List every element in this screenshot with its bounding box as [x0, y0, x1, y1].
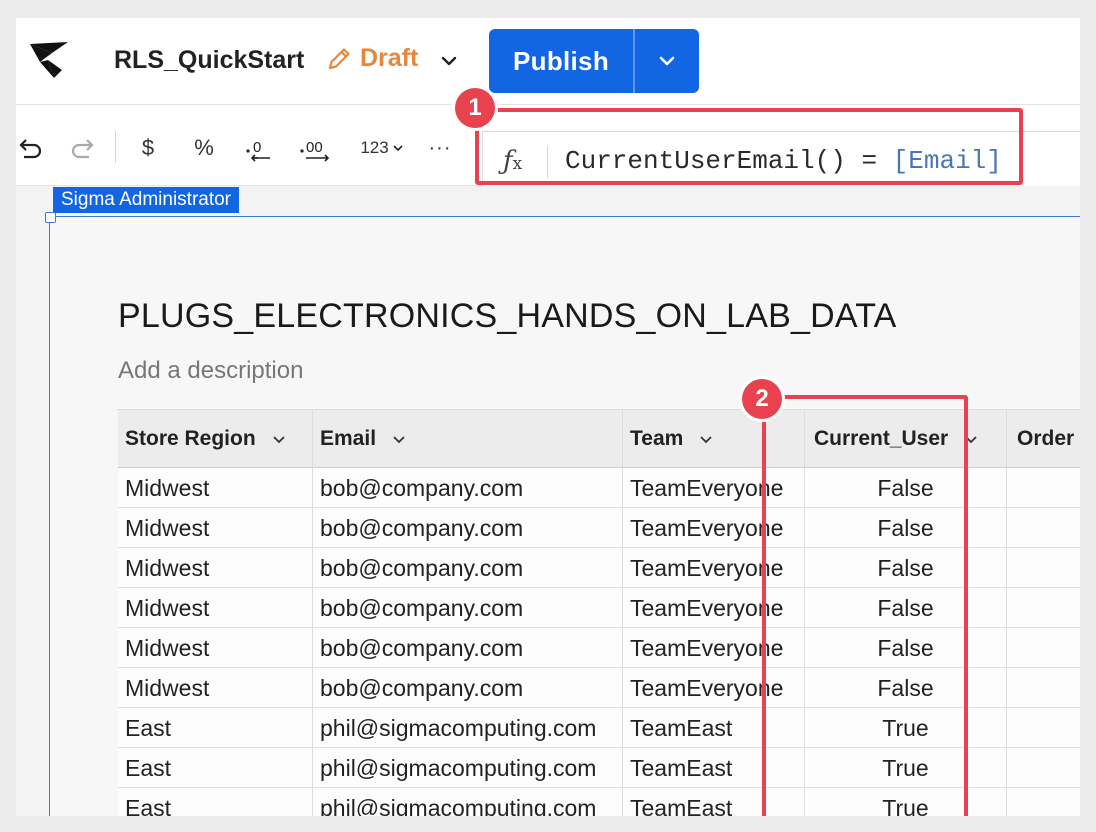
- table-cell[interactable]: East: [118, 788, 313, 816]
- column-header-label: Email: [320, 426, 377, 450]
- table-description[interactable]: Add a description: [118, 357, 303, 385]
- percent-icon: %: [194, 135, 214, 160]
- draft-status[interactable]: Draft: [326, 44, 418, 73]
- publish-options-button[interactable]: [633, 29, 699, 93]
- chevron-down-icon[interactable]: [272, 432, 286, 446]
- currency-format-button[interactable]: $: [136, 133, 160, 163]
- publish-button-group: Publish: [489, 29, 699, 93]
- number-format-dropdown[interactable]: 123: [354, 133, 410, 163]
- workbook-header: RLS_QuickStart Draft Publish: [16, 18, 1080, 105]
- increase-decimals-button[interactable]: 00: [298, 133, 336, 163]
- annotation-box-current-user: [762, 395, 968, 816]
- table-cell[interactable]: [1007, 788, 1080, 816]
- table-cell[interactable]: bob@company.com: [313, 468, 623, 508]
- redo-button[interactable]: [68, 133, 96, 163]
- percent-format-button[interactable]: %: [191, 133, 217, 163]
- pencil-icon: [328, 47, 350, 69]
- redo-icon: [71, 139, 94, 159]
- toolbar-divider: [115, 131, 116, 163]
- increase-decimals-icon: 00: [300, 139, 330, 162]
- chevron-down-icon: [659, 56, 675, 66]
- table-cell[interactable]: East: [118, 708, 313, 748]
- table-cell[interactable]: Midwest: [118, 548, 313, 588]
- table-cell[interactable]: Midwest: [118, 468, 313, 508]
- table-cell[interactable]: Midwest: [118, 668, 313, 708]
- draft-menu-chevron-down-icon[interactable]: [440, 52, 458, 70]
- publish-button[interactable]: Publish: [489, 29, 633, 93]
- resize-handle[interactable]: [45, 212, 56, 223]
- table-cell[interactable]: Midwest: [118, 588, 313, 628]
- table-cell[interactable]: phil@sigmacomputing.com: [313, 748, 623, 788]
- undo-icon: [19, 139, 42, 159]
- table-cell[interactable]: [1007, 508, 1080, 548]
- number-format-label: 123: [360, 138, 389, 157]
- annotation-box-formula: [475, 108, 1023, 185]
- column-header-label: Team: [630, 426, 684, 450]
- decrease-decimals-button[interactable]: 0: [244, 133, 276, 163]
- table-cell[interactable]: East: [118, 748, 313, 788]
- table-cell[interactable]: [1007, 748, 1080, 788]
- table-cell[interactable]: [1007, 588, 1080, 628]
- table-cell[interactable]: bob@company.com: [313, 588, 623, 628]
- column-header-email[interactable]: Email: [313, 410, 623, 468]
- table-cell[interactable]: phil@sigmacomputing.com: [313, 708, 623, 748]
- table-title[interactable]: PLUGS_ELECTRONICS_HANDS_ON_LAB_DATA: [118, 297, 897, 336]
- chevron-down-icon[interactable]: [699, 432, 713, 446]
- table-cell[interactable]: bob@company.com: [313, 628, 623, 668]
- column-header-store-region[interactable]: Store Region: [118, 410, 313, 468]
- chevron-down-icon[interactable]: [392, 432, 406, 446]
- annotation-badge-1: 1: [455, 88, 495, 128]
- svg-text:00: 00: [306, 139, 323, 156]
- more-icon: ···: [428, 136, 452, 159]
- table-cell[interactable]: [1007, 708, 1080, 748]
- table-cell[interactable]: [1007, 668, 1080, 708]
- more-options-button[interactable]: ···: [422, 133, 458, 163]
- table-cell[interactable]: Midwest: [118, 628, 313, 668]
- table-cell[interactable]: [1007, 548, 1080, 588]
- table-cell[interactable]: bob@company.com: [313, 668, 623, 708]
- svg-text:0: 0: [253, 139, 261, 156]
- workbook-title[interactable]: RLS_QuickStart: [114, 46, 304, 75]
- app-frame: RLS_QuickStart Draft Publish $ % 0 00 12…: [16, 18, 1080, 816]
- sigma-logo-icon[interactable]: [28, 40, 72, 80]
- decrease-decimals-icon: 0: [246, 139, 270, 162]
- table-cell[interactable]: phil@sigmacomputing.com: [313, 788, 623, 816]
- column-header-label: Order Nur: [1017, 426, 1080, 450]
- annotation-badge-2: 2: [742, 379, 782, 419]
- currency-icon: $: [141, 135, 155, 160]
- selection-label: Sigma Administrator: [53, 187, 240, 213]
- workbook-canvas: PLUGS_ELECTRONICS_HANDS_ON_LAB_DATA Add …: [16, 186, 1080, 816]
- column-header-label: Store Region: [125, 426, 256, 450]
- draft-label: Draft: [360, 44, 419, 72]
- column-header-order-number[interactable]: Order Nur: [1007, 410, 1080, 468]
- undo-button[interactable]: [18, 133, 44, 163]
- table-cell[interactable]: Midwest: [118, 508, 313, 548]
- chevron-down-icon: [393, 145, 403, 152]
- table-cell[interactable]: [1007, 468, 1080, 508]
- table-cell[interactable]: [1007, 628, 1080, 668]
- table-cell[interactable]: bob@company.com: [313, 548, 623, 588]
- table-cell[interactable]: bob@company.com: [313, 508, 623, 548]
